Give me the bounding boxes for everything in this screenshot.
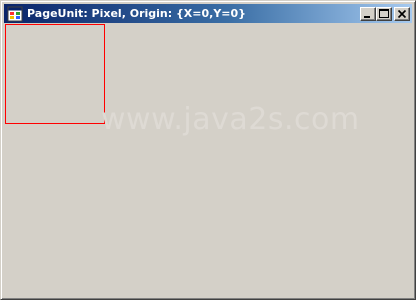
title-bar[interactable]: PageUnit: Pixel, Origin: {X=0,Y=0} xyxy=(4,4,412,23)
close-button[interactable] xyxy=(394,6,410,21)
minimize-icon xyxy=(364,15,370,18)
minimize-button[interactable] xyxy=(360,6,376,21)
app-form-icon[interactable] xyxy=(7,6,23,22)
app-window: PageUnit: Pixel, Origin: {X=0,Y=0} www.j… xyxy=(0,0,416,300)
maximize-icon xyxy=(379,8,389,18)
close-icon xyxy=(397,9,407,18)
maximize-button[interactable] xyxy=(376,6,392,21)
caption-buttons xyxy=(360,6,410,21)
window-title: PageUnit: Pixel, Origin: {X=0,Y=0} xyxy=(27,7,246,20)
client-area[interactable]: www.java2s.com xyxy=(5,24,413,297)
watermark-text: www.java2s.com xyxy=(101,102,360,137)
drawn-rectangle xyxy=(5,24,105,124)
